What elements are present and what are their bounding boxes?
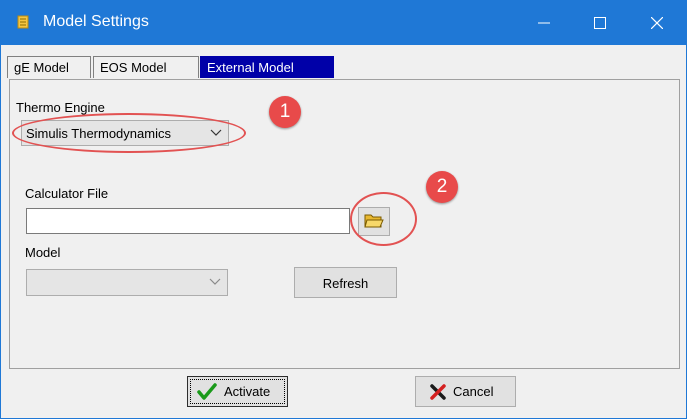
title-bar[interactable]: Model Settings (1, 1, 686, 45)
app-icon (15, 14, 31, 30)
annotation-ellipse-1 (12, 113, 246, 153)
refresh-button[interactable]: Refresh (294, 267, 397, 298)
minimize-button[interactable] (521, 1, 567, 45)
minimize-icon (538, 22, 550, 24)
maximize-button[interactable] (577, 1, 623, 45)
tab-external-model[interactable]: External Model (200, 56, 334, 78)
activate-button[interactable]: Activate (187, 376, 288, 407)
annotation-badge-2: 2 (426, 171, 458, 203)
annotation-ellipse-2 (350, 192, 417, 246)
chevron-down-icon (209, 278, 221, 285)
thermo-engine-label: Thermo Engine (16, 100, 105, 115)
external-model-panel: Thermo Engine Simulis Thermodynamics 1 C… (9, 79, 680, 369)
close-button[interactable] (634, 1, 680, 45)
cancel-x-icon (430, 384, 446, 400)
annotation-badge-1: 1 (269, 96, 301, 128)
close-icon (651, 17, 663, 29)
model-select[interactable] (26, 269, 228, 296)
cancel-label: Cancel (453, 384, 494, 399)
model-settings-window: Model Settings gE Model EOS Model Extern… (0, 0, 687, 419)
cancel-button[interactable]: Cancel (415, 376, 516, 407)
window-title: Model Settings (43, 13, 149, 30)
activate-label: Activate (224, 384, 271, 399)
calculator-file-label: Calculator File (25, 186, 109, 201)
maximize-icon (594, 17, 606, 29)
model-label: Model (25, 245, 61, 260)
checkmark-icon (197, 383, 217, 400)
calculator-file-input[interactable] (26, 208, 350, 234)
tab-ge-model[interactable]: gE Model (7, 56, 91, 78)
tab-eos-model[interactable]: EOS Model (93, 56, 199, 78)
